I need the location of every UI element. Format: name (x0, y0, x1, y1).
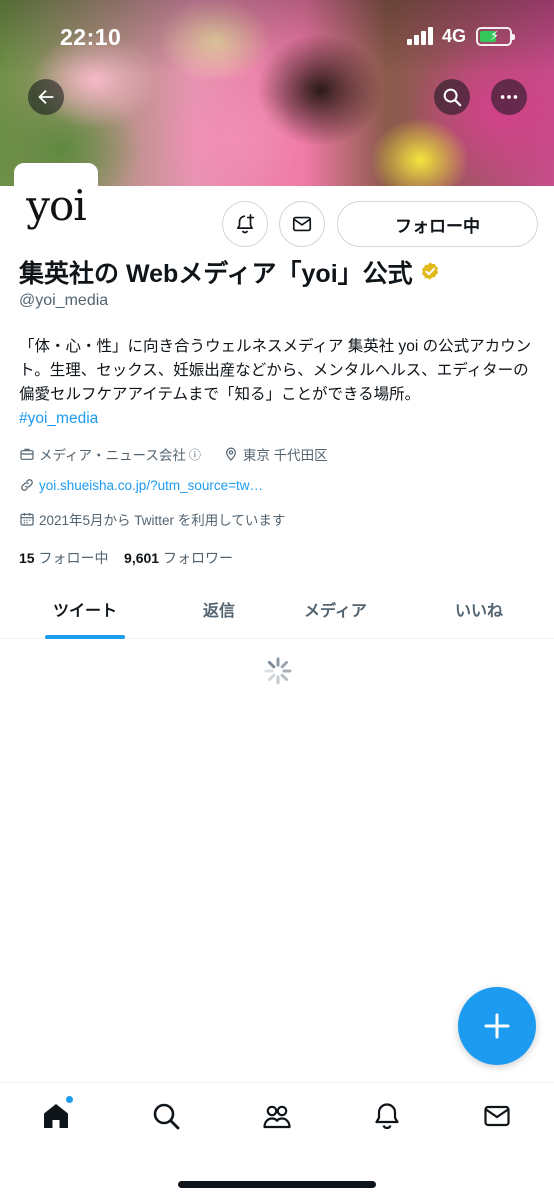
notify-button[interactable] (222, 201, 268, 247)
following-count: 15 (19, 550, 35, 566)
profile-category-location: メディア・ニュース会社 ⓘ 東京 千代田区 (19, 444, 328, 464)
following-button[interactable]: フォロー中 (337, 201, 538, 247)
communities-icon (263, 1105, 291, 1129)
profile-category[interactable]: メディア・ニュース会社 (39, 444, 186, 464)
profile-handle: @yoi_media (19, 292, 109, 309)
briefcase-icon (20, 448, 34, 460)
profile-joined-row: 2021年5月から Twitter を利用しています (19, 509, 285, 529)
profile-website-row: yoi.shueisha.co.jp/?utm_source=tw… (19, 477, 263, 493)
home-icon (44, 1104, 68, 1128)
home-indicator-bar[interactable] (178, 1181, 376, 1188)
profile-location: 東京 千代田区 (242, 448, 328, 463)
follow-stats: 15 フォロー中 9,601 フォロワー (19, 548, 233, 568)
more-button[interactable] (491, 79, 527, 115)
bio-hashtag-link[interactable]: #yoi_media (19, 407, 539, 431)
following-label: フォロー中 (38, 550, 109, 566)
profile-website-link[interactable]: yoi.shueisha.co.jp/?utm_source=tw… (39, 478, 263, 493)
signal-strength-icon (407, 27, 435, 45)
status-bar: 22:10 4G ⚡ (0, 0, 554, 70)
home-notification-dot (65, 1095, 74, 1104)
profile-tabs: ツイート 返信 メディア いいね (0, 585, 554, 639)
display-name: 集英社の Webメディア「yoi」公式 (19, 260, 413, 288)
verified-badge-icon[interactable] (419, 261, 441, 283)
message-button[interactable] (279, 201, 325, 247)
nav-messages[interactable] (479, 1098, 515, 1134)
link-icon (21, 479, 33, 491)
search-icon (153, 1103, 180, 1130)
avatar-logo: yoi (26, 180, 86, 230)
search-button[interactable] (434, 79, 470, 115)
search-icon (443, 88, 462, 107)
info-icon[interactable]: ⓘ (189, 446, 201, 463)
followers-count: 9,601 (124, 550, 160, 566)
followers-label: フォロワー (162, 550, 233, 566)
envelope-icon (292, 216, 312, 232)
location-pin-icon (225, 447, 236, 461)
name-row: 集英社の Webメディア「yoi」公式 (19, 254, 441, 290)
nav-communities[interactable] (259, 1098, 295, 1134)
battery-icon: ⚡ (476, 27, 515, 46)
tab-likes[interactable]: いいね (455, 597, 503, 621)
compose-tweet-button[interactable] (458, 987, 536, 1065)
nav-home[interactable] (38, 1095, 74, 1134)
envelope-icon (484, 1105, 510, 1127)
bell-icon (375, 1103, 399, 1130)
active-tab-indicator (45, 635, 125, 639)
calendar-icon (20, 513, 34, 526)
following-link[interactable]: 15 フォロー中 (19, 550, 108, 566)
bio-text: 「体・心・性」に向き合うウェルネスメディア 集英社 yoi の公式アカウント。生… (19, 338, 532, 403)
plus-icon (484, 1013, 510, 1039)
back-button[interactable] (28, 79, 64, 115)
tab-media[interactable]: メディア (304, 597, 367, 621)
followers-link[interactable]: 9,601 フォロワー (124, 550, 233, 566)
loading-spinner-icon (264, 657, 292, 685)
arrow-left-icon (38, 89, 54, 105)
profile-bio: 「体・心・性」に向き合うウェルネスメディア 集英社 yoi の公式アカウント。生… (19, 335, 539, 431)
profile-avatar[interactable]: yoi (14, 163, 98, 247)
tab-tweets[interactable]: ツイート (53, 597, 117, 621)
profile-joined-date: 2021年5月から Twitter を利用しています (39, 513, 286, 528)
nav-search[interactable] (148, 1098, 184, 1134)
status-time: 22:10 (60, 24, 122, 50)
network-type: 4G (442, 26, 467, 46)
nav-notifications[interactable] (369, 1098, 405, 1134)
more-dots-icon (500, 95, 518, 99)
bell-plus-icon (237, 214, 255, 234)
tab-replies[interactable]: 返信 (203, 597, 235, 621)
